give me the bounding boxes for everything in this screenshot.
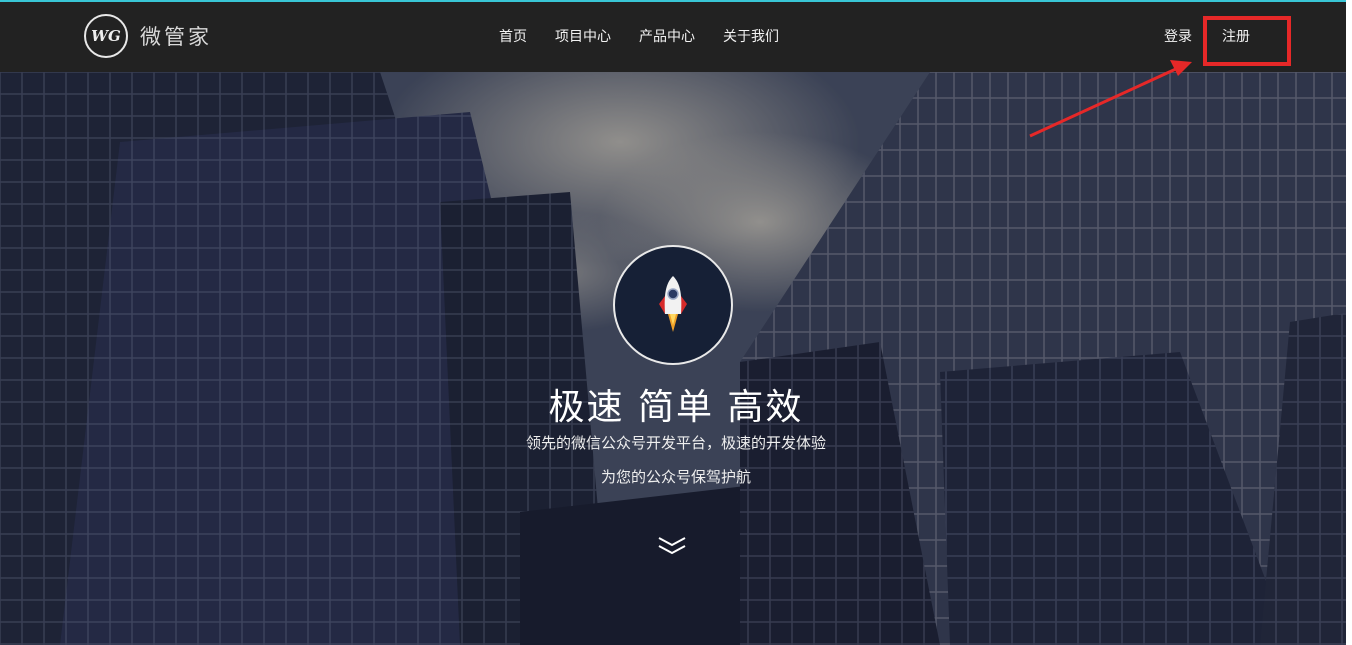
main-nav: 首页 项目中心 产品中心 关于我们 [485,26,793,48]
hero-banner: 极速 简单 高效 领先的微信公众号开发平台，极速的开发体验 为您的公众号保驾护航 [0,72,1352,645]
double-chevron-down-icon[interactable] [656,535,688,557]
navbar: WG 微管家 首页 项目中心 产品中心 关于我们 登录 注册 [0,2,1352,72]
page: WG 微管家 首页 项目中心 产品中心 关于我们 登录 注册 极速 简单 高效 … [0,0,1352,645]
hero-title: 极速 简单 高效 [548,387,804,428]
top-accent-line [0,0,1352,2]
nav-item-products[interactable]: 产品中心 [625,26,709,48]
scrollbar[interactable] [1346,0,1352,645]
nav-item-home[interactable]: 首页 [485,26,541,48]
register-link[interactable]: 注册 [1222,26,1250,48]
hero-subtitle-line-1: 领先的微信公众号开发平台，极速的开发体验 [525,434,826,452]
rocket-icon [659,276,687,332]
logo-mark: WG [84,14,128,58]
login-link[interactable]: 登录 [1150,26,1206,48]
nav-item-projects[interactable]: 项目中心 [541,26,625,48]
nav-item-about[interactable]: 关于我们 [709,26,793,48]
rocket-badge [613,245,733,365]
hero-subtitle-line-2: 为您的公众号保驾护航 [600,468,751,486]
brand-name: 微管家 [140,25,212,49]
auth-nav: 登录 [1150,26,1206,48]
brand-logo[interactable]: WG 微管家 [84,14,212,58]
